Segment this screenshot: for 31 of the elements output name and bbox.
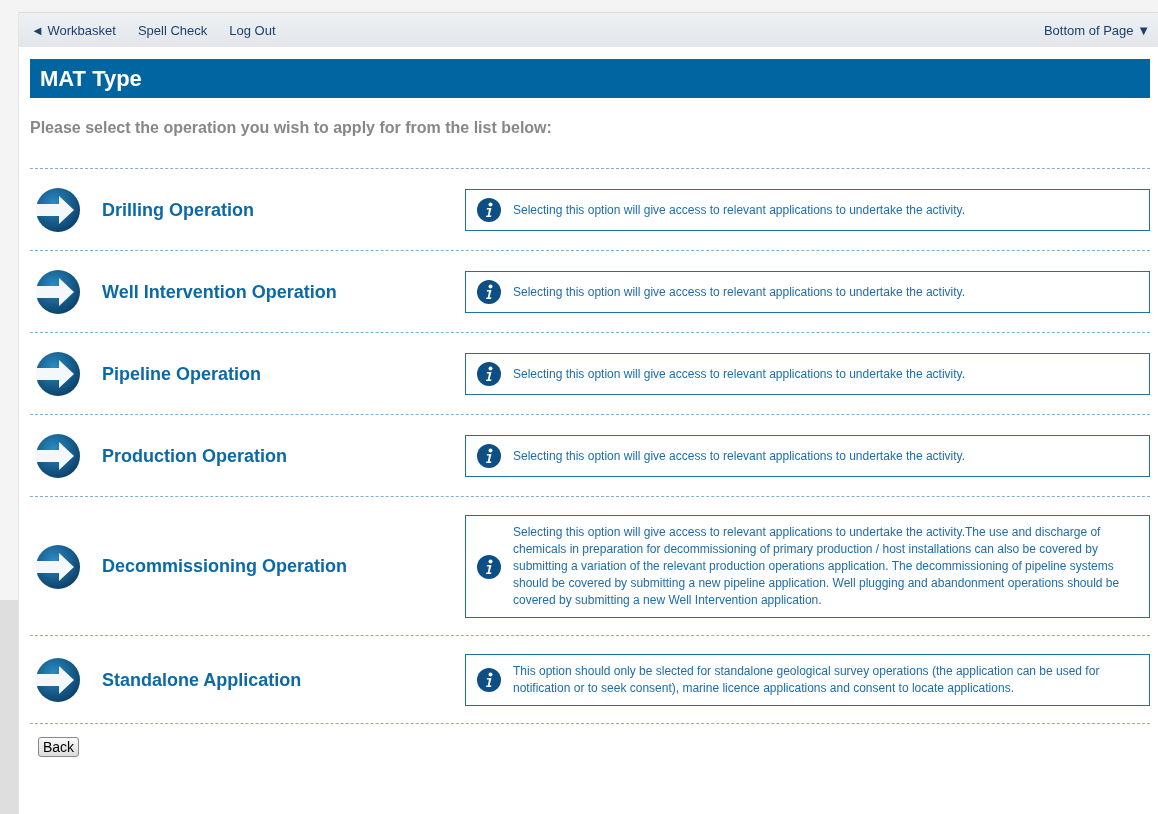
nav-link[interactable]: Spell Check	[137, 22, 208, 38]
operation-link[interactable]: Well Intervention Operation	[102, 281, 337, 303]
arrow-right-icon[interactable]	[35, 543, 81, 590]
arrow-right-icon[interactable]	[35, 657, 81, 703]
operation-link[interactable]: Standalone Application	[102, 669, 302, 691]
info-icon	[477, 362, 501, 386]
operation-link[interactable]: Drilling Operation	[102, 199, 254, 221]
info-icon	[477, 280, 501, 304]
info-icon	[477, 668, 501, 692]
operation-link[interactable]: Production Operation	[102, 445, 287, 467]
info-text: Selecting this option will give access to relevant applications to undertake the activity.	[513, 283, 966, 301]
info-icon	[477, 444, 501, 468]
nav-link[interactable]: ◄ Workbasket	[31, 22, 116, 38]
info-icon	[477, 554, 501, 579]
info-text: Selecting this option will give access to relevant applications to undertake the activity.	[513, 365, 966, 383]
arrow-right-icon[interactable]	[35, 433, 81, 479]
operation-link[interactable]: Decommissioning Operation	[102, 556, 348, 577]
instruction-text: Please select the operation you wish to apply for from the list below:	[30, 119, 553, 137]
info-text: Selecting this option will give access to relevant applications to undertake the activity.The use and discharge of chemicals in preparation for decommissioning of primary production / host installations can also be covered by submitting a variation of the relevant production operations application. The decommissioning of pipeline systems should be covered by submitting a new pipeline application. Well plugging and abandonment operations should be covered by submitting a new Well Intervention application.	[513, 524, 1121, 609]
nav-link[interactable]: Log Out	[229, 22, 276, 38]
arrow-right-icon[interactable]	[35, 269, 81, 315]
arrow-right-icon[interactable]	[35, 187, 81, 233]
back-button[interactable]: Back	[38, 737, 80, 757]
info-icon	[477, 198, 501, 222]
info-text: This option should only be slected for standalone geological survey operations (the application can be used for notification or to seek consent), marine licence applications and consent to locate applications.	[513, 663, 1101, 697]
arrow-right-icon[interactable]	[35, 351, 81, 397]
operation-link[interactable]: Pipeline Operation	[102, 363, 262, 385]
info-text: Selecting this option will give access to relevant applications to undertake the activity.	[513, 201, 966, 219]
page-title: MAT Type	[30, 59, 1150, 98]
bottom-of-page-link[interactable]: Bottom of Page ▼	[1043, 22, 1150, 38]
info-text: Selecting this option will give access to relevant applications to undertake the activity.	[513, 447, 966, 465]
